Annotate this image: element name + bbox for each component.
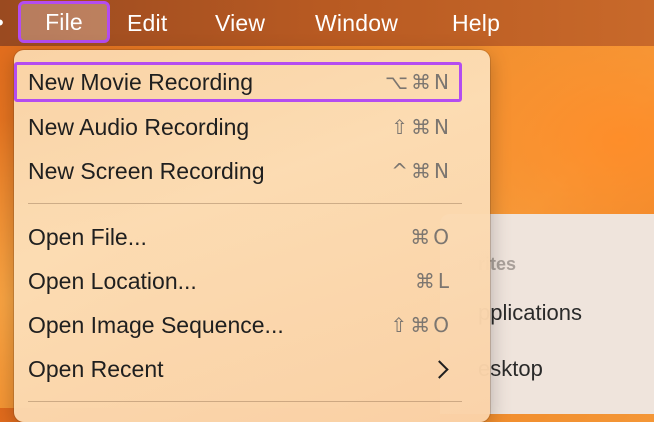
menu-bar: • File Edit View Window Help xyxy=(0,0,654,46)
menu-item-label: New Screen Recording xyxy=(28,157,265,184)
menu-item-new-audio-recording[interactable]: New Audio Recording ⇧⌘N xyxy=(14,107,462,147)
menu-file[interactable]: File xyxy=(18,1,110,43)
menu-item-shortcut: ^⌘N xyxy=(391,159,452,183)
menu-item-new-screen-recording[interactable]: New Screen Recording ^⌘N xyxy=(14,151,462,191)
chevron-right-icon xyxy=(430,359,449,379)
menu-item-label: New Audio Recording xyxy=(28,113,250,140)
menu-item-label: Open File... xyxy=(28,223,147,250)
menu-item-shortcut: ⌘L xyxy=(414,269,452,293)
apple-menu-icon[interactable]: • xyxy=(0,0,6,46)
menu-item-open-file[interactable]: Open File... ⌘O xyxy=(14,217,462,257)
menu-help[interactable]: Help xyxy=(452,0,500,46)
menu-item-label: Open Location... xyxy=(28,267,197,294)
menu-item-open-recent[interactable]: Open Recent xyxy=(14,349,462,389)
menu-view[interactable]: View xyxy=(215,0,265,46)
menu-item-open-location[interactable]: Open Location... ⌘L xyxy=(14,261,462,301)
menu-separator xyxy=(28,203,462,204)
menu-window[interactable]: Window xyxy=(315,0,398,46)
menu-separator xyxy=(28,401,462,402)
menu-item-shortcut: ⇧⌘N xyxy=(391,115,452,139)
menu-item-label: Open Image Sequence... xyxy=(28,311,284,338)
menu-item-label: New Movie Recording xyxy=(28,68,253,95)
menu-item-new-movie-recording[interactable]: New Movie Recording ⌥⌘N xyxy=(14,62,462,102)
menu-item-label: Open Recent xyxy=(28,355,164,382)
menu-item-shortcut: ⌘O xyxy=(410,225,452,249)
finder-sidebar-applications[interactable]: pplications xyxy=(478,300,582,326)
menu-edit[interactable]: Edit xyxy=(127,0,167,46)
menu-item-shortcut: ⌥⌘N xyxy=(384,70,452,94)
menu-item-shortcut: ⇧⌘O xyxy=(390,313,452,337)
menu-item-open-image-sequence[interactable]: Open Image Sequence... ⇧⌘O xyxy=(14,305,462,345)
